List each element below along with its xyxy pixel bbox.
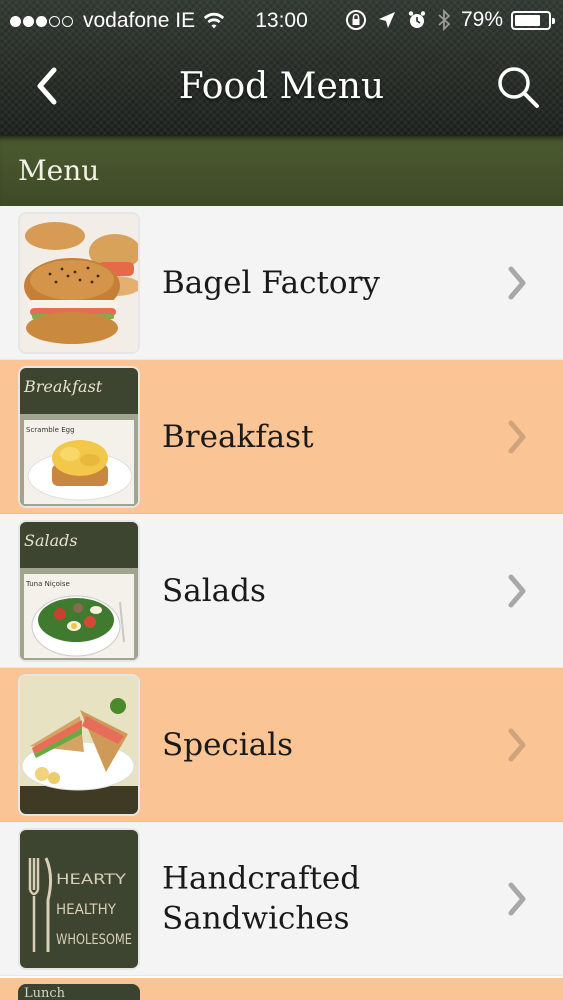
bluetooth-icon: [438, 9, 451, 31]
svg-text:Tuna Niçoise: Tuna Niçoise: [25, 580, 70, 588]
menu-item-label: Handcrafted Sandwiches: [162, 860, 361, 937]
chevron-right-icon: [508, 266, 526, 299]
partial-thumbnail: Lunch Sandwiches: [18, 984, 140, 1000]
chevron-right-icon: [508, 574, 526, 607]
search-button[interactable]: [495, 64, 541, 110]
menu-item-breakfast[interactable]: Breakfast Scramble Egg Breakfast: [0, 360, 563, 514]
bagel-thumbnail: [18, 212, 140, 354]
page-title: Food Menu: [178, 66, 385, 107]
salads-thumbnail: Salads Tuna Niçoise: [18, 520, 140, 662]
status-right: 79%: [335, 8, 555, 32]
svg-text:WHOLESOME: WHOLESOME: [56, 932, 132, 948]
rotation-lock-icon: [345, 10, 366, 30]
location-arrow-icon: [378, 12, 395, 28]
chevron-right-icon: [508, 728, 526, 761]
menu-item-label: Salads: [162, 572, 266, 609]
menu-list: Bagel Factory Breakfast Scramble Egg Bre…: [0, 206, 563, 976]
partial-thumb-text: Lunch Sandwiches: [24, 986, 66, 1000]
section-header: Menu: [0, 136, 563, 206]
menu-item-bagel-factory[interactable]: Bagel Factory: [0, 206, 563, 360]
section-label: Menu: [18, 154, 100, 187]
svg-text:Breakfast: Breakfast: [23, 377, 103, 396]
menu-item-handcrafted-sandwiches[interactable]: HEARTY HEALTHY WHOLESOME Handcrafted San…: [0, 822, 563, 976]
svg-text:Salads: Salads: [24, 531, 78, 550]
svg-text:HEARTY: HEARTY: [56, 872, 126, 888]
menu-item-label: Specials: [162, 726, 294, 763]
menu-item-partial[interactable]: Lunch Sandwiches: [0, 978, 563, 1000]
menu-item-specials[interactable]: Specials: [0, 668, 563, 822]
status-bar: vodafone IE 13:00 79%: [0, 0, 563, 42]
svg-text:HEALTHY: HEALTHY: [56, 902, 116, 918]
svg-text:Scramble Egg: Scramble Egg: [26, 426, 75, 434]
navigation-bar: Food Menu: [0, 42, 563, 136]
battery-icon: [511, 10, 555, 30]
menu-item-label: Breakfast: [162, 418, 314, 455]
chevron-right-icon: [508, 420, 526, 453]
alarm-clock-icon: [408, 11, 426, 28]
breakfast-thumbnail: Breakfast Scramble Egg: [18, 366, 140, 508]
battery-percent: 79%: [460, 8, 503, 31]
sandwiches-thumbnail: HEARTY HEALTHY WHOLESOME: [18, 828, 140, 970]
menu-item-label: Bagel Factory: [162, 264, 380, 301]
header: vodafone IE 13:00 79% Food Menu: [0, 0, 563, 136]
menu-item-salads[interactable]: Salads Tuna Niçoise Salads: [0, 514, 563, 668]
specials-thumbnail: [18, 674, 140, 816]
search-icon: [498, 67, 539, 108]
chevron-right-icon: [508, 882, 526, 915]
